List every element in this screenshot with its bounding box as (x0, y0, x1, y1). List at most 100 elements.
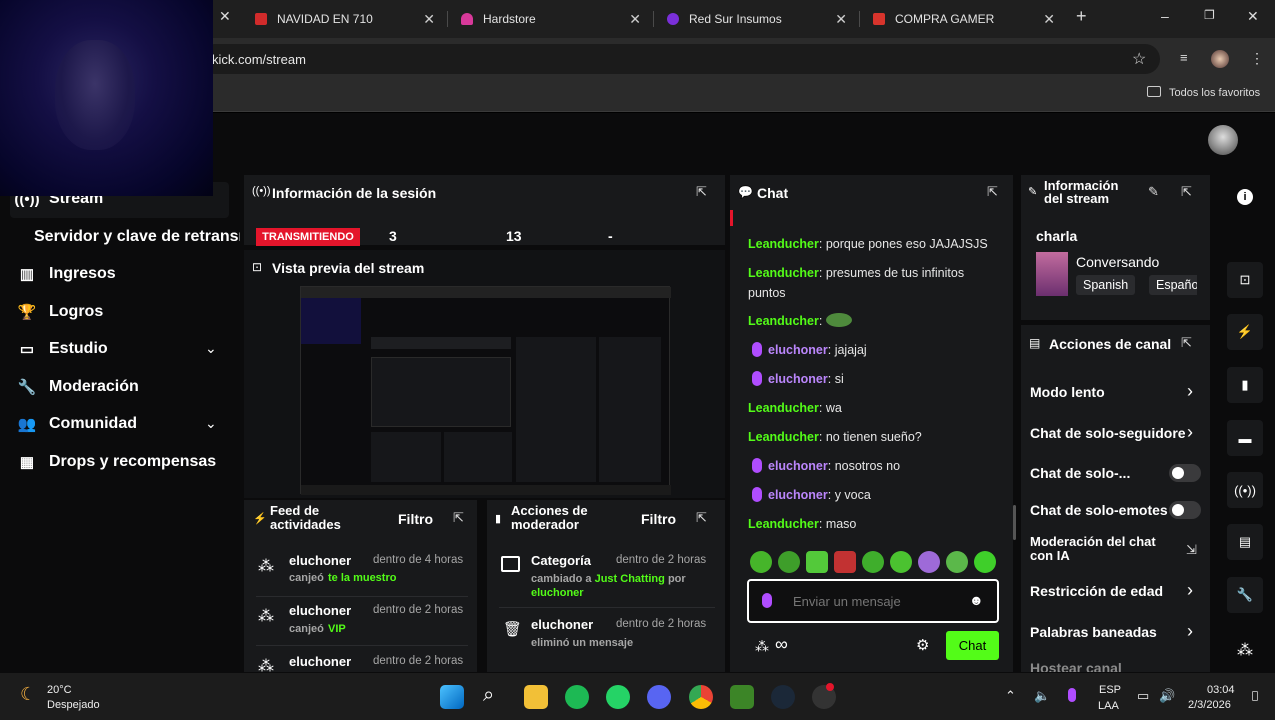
file-explorer-icon[interactable] (524, 685, 548, 709)
info-icon[interactable]: i (1237, 189, 1253, 205)
tag-chip[interactable]: Spanish (1076, 275, 1136, 295)
emote-icon[interactable] (778, 551, 800, 573)
feed-user[interactable]: eluchoner (289, 654, 351, 668)
lang-primary[interactable]: ESP (1099, 684, 1121, 696)
feed-filter-button[interactable]: Filtro (398, 511, 433, 527)
profile-avatar[interactable] (1211, 50, 1229, 68)
category-thumbnail[interactable] (1036, 252, 1068, 296)
chat-send-button[interactable]: Chat (946, 631, 999, 660)
window-close-icon[interactable]: ✕ (1247, 8, 1259, 25)
followers-only-row[interactable]: Chat de solo-seguidore (1030, 425, 1185, 441)
nav-item-logros[interactable]: 🏆 Logros (18, 303, 104, 321)
display-icon[interactable]: ▭ (1137, 688, 1149, 704)
clock-time[interactable]: 03:04 (1207, 684, 1235, 696)
popout-icon[interactable]: ⇱ (696, 184, 707, 200)
active-tab-close-icon[interactable]: ✕ (219, 8, 231, 25)
nav-item-drops[interactable]: ▦ Drops y recompensas (18, 453, 216, 471)
tab-compra-gamer[interactable]: COMPRA GAMER ✕ (873, 0, 1055, 38)
emote-icon[interactable] (834, 551, 856, 573)
nav-item-moderacion[interactable]: 🔧 Moderación (18, 378, 139, 396)
tab-red-sur-insumos[interactable]: Red Sur Insumos ✕ (667, 0, 847, 38)
subs-only-toggle[interactable] (1169, 464, 1201, 482)
popout-icon[interactable]: ⇱ (1181, 184, 1192, 200)
speaker-icon[interactable]: 🔈 (1034, 688, 1050, 704)
nav-item-comunidad[interactable]: 👥 Comunidad (18, 415, 137, 433)
rail-tools-button[interactable]: 🔧 (1227, 577, 1263, 613)
stream-preview-video[interactable] (300, 286, 671, 495)
minecraft-icon[interactable] (730, 685, 754, 709)
external-link-icon[interactable]: ⇲ (1186, 542, 1197, 558)
volume-icon[interactable]: 🔊 (1159, 688, 1175, 704)
tab-close-icon[interactable]: ✕ (835, 11, 847, 28)
tab-hardstore[interactable]: Hardstore ✕ (461, 0, 641, 38)
discord-icon[interactable] (647, 685, 671, 709)
chevron-right-icon[interactable]: › (1187, 381, 1193, 402)
chrome-icon[interactable] (689, 685, 713, 709)
emote-icon[interactable] (918, 551, 940, 573)
rail-activity-button[interactable]: ⚡ (1227, 314, 1263, 350)
tab-close-icon[interactable]: ✕ (629, 11, 641, 28)
tab-close-icon[interactable]: ✕ (1043, 11, 1055, 28)
bookmarks-all-label[interactable]: Todos los favoritos (1169, 87, 1260, 99)
emote-icon[interactable] (862, 551, 884, 573)
rail-broadcast-button[interactable]: ((•)) (1227, 472, 1263, 508)
nav-item-server-key[interactable]: Servidor y clave de retransmisión (34, 228, 240, 246)
popout-icon[interactable]: ⇱ (1181, 335, 1192, 351)
nav-item-estudio[interactable]: ▭ Estudio (18, 340, 108, 358)
users-icon[interactable]: ⁂ (1237, 640, 1253, 660)
star-icon[interactable]: ☆ (1132, 49, 1146, 69)
steam-icon[interactable] (771, 685, 795, 709)
rail-chat-button[interactable]: ▬ (1227, 420, 1263, 456)
emotes-only-toggle[interactable] (1169, 501, 1201, 519)
lang-secondary[interactable]: LAA (1098, 700, 1119, 712)
chevron-right-icon[interactable]: › (1187, 580, 1193, 601)
emote-icon[interactable] (806, 551, 828, 573)
popout-icon[interactable]: ⇱ (453, 510, 464, 526)
feed-user[interactable]: eluchoner (289, 603, 351, 618)
tab-navidad[interactable]: NAVIDAD EN 710 ✕ (255, 0, 435, 38)
rail-preview-button[interactable]: ⊡ (1227, 262, 1263, 298)
restore-icon[interactable]: ❐ (1204, 8, 1215, 22)
feed-user[interactable]: eluchoner (289, 553, 351, 568)
mod-item-title[interactable]: eluchoner (531, 617, 593, 632)
mic-icon[interactable] (1068, 688, 1076, 702)
rail-layout-button[interactable]: ▤ (1227, 524, 1263, 560)
user-avatar[interactable] (1208, 125, 1238, 155)
emote-icon[interactable] (974, 551, 996, 573)
ai-moderation-row[interactable]: Moderación del chat con IA (1030, 535, 1165, 563)
category-name[interactable]: Conversando (1076, 254, 1159, 270)
rail-mod-button[interactable]: ▮ (1227, 367, 1263, 403)
omnibox[interactable] (200, 44, 1160, 74)
chat-scrollbar[interactable] (1013, 505, 1016, 540)
notification-icon[interactable] (1252, 691, 1258, 701)
menu-dots-icon[interactable]: ⋮ (1250, 50, 1264, 67)
popout-icon[interactable]: ⇱ (987, 184, 998, 200)
chevron-down-icon[interactable]: ⌄ (205, 415, 217, 432)
nav-item-ingresos[interactable]: ▥ Ingresos (18, 265, 116, 283)
media-control-icon[interactable]: ≡ (1180, 50, 1188, 65)
tab-close-icon[interactable]: ✕ (423, 11, 435, 28)
age-restriction-row[interactable]: Restricción de edad (1030, 583, 1163, 599)
host-channel-row[interactable]: Hostear canal (1030, 660, 1122, 672)
emoji-icon[interactable]: ☻ (969, 592, 984, 608)
new-tab-icon[interactable]: + (1076, 6, 1087, 27)
url-text[interactable]: kick.com/stream (212, 52, 306, 67)
chat-input[interactable] (793, 590, 953, 612)
tag-chip[interactable]: Español (1149, 275, 1197, 295)
windows-start-icon[interactable] (440, 685, 464, 709)
slow-mode-row[interactable]: Modo lento (1030, 384, 1105, 400)
popout-icon[interactable]: ⇱ (696, 510, 707, 526)
chevron-right-icon[interactable]: › (1187, 422, 1193, 443)
gear-icon[interactable]: ⚙ (916, 636, 929, 654)
edit-icon[interactable]: ✎ (1148, 184, 1159, 200)
banned-words-row[interactable]: Palabras baneadas (1030, 624, 1157, 640)
chevron-right-icon[interactable]: › (1187, 621, 1193, 642)
spotify-icon[interactable] (565, 685, 589, 709)
emote-icon[interactable] (750, 551, 772, 573)
whatsapp-icon[interactable] (606, 685, 630, 709)
clock-date[interactable]: 2/3/2026 (1188, 699, 1231, 711)
search-icon[interactable]: ⌕ (483, 684, 494, 707)
mod-filter-button[interactable]: Filtro (641, 511, 676, 527)
minimize-icon[interactable]: – (1161, 8, 1169, 24)
chevron-up-icon[interactable]: ⌃ (1005, 688, 1016, 704)
